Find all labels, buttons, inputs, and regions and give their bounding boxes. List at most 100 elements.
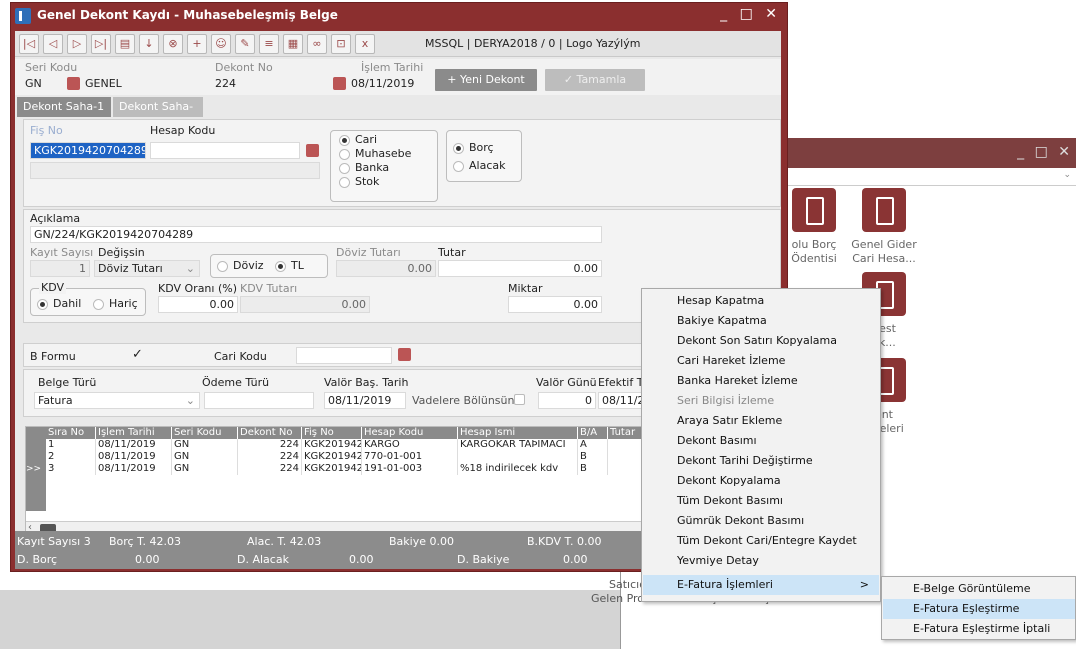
menu-item-cari-entegre-kaydet[interactable]: Tüm Dekont Cari/Entegre Kaydet: [643, 531, 879, 551]
radio-muhasebe[interactable]: [339, 149, 350, 160]
valor-bas-field[interactable]: 08/11/2019: [324, 392, 406, 409]
dekont-no-value[interactable]: 224: [215, 77, 236, 90]
kdv-label: KDV: [39, 281, 67, 294]
tab-dekont-saha-2[interactable]: Dekont Saha-2: [113, 97, 203, 133]
chevron-down-icon[interactable]: ⌄: [1063, 170, 1071, 180]
menu-item-e-fatura-islemleri[interactable]: E-Fatura İşlemleri >: [643, 575, 879, 595]
next-record-icon[interactable]: ▷: [67, 34, 87, 54]
valor-gunu-field[interactable]: 0: [538, 392, 596, 409]
lookup-icon[interactable]: [67, 77, 80, 90]
submenu-item-e-fatura-eslestirme-iptali[interactable]: E-Fatura Eşleştirme İptali: [883, 619, 1075, 639]
doviz-tl-group: Döviz TL: [210, 254, 328, 278]
link-icon[interactable]: ∞: [307, 34, 327, 54]
col-ba[interactable]: B/A: [578, 427, 608, 439]
footer-d-bakiye-label: D. Bakiye: [457, 553, 510, 566]
radio-alacak[interactable]: [453, 161, 464, 172]
cell: KGK2019420: [302, 451, 362, 463]
col-fis-no[interactable]: Fiş No: [302, 427, 362, 439]
cell: 2: [46, 451, 96, 463]
cell: 3: [46, 463, 96, 475]
menu-item-gumruk-dekont-basimi[interactable]: Gümrük Dekont Basımı: [643, 511, 879, 531]
lock-icon[interactable]: ⊡: [331, 34, 351, 54]
degissin-select[interactable]: Döviz Tutarı ⌄: [94, 260, 200, 277]
seri-kodu-value[interactable]: GN: [25, 77, 42, 90]
menu-item-yevmiye-detay[interactable]: Yevmiye Detay: [643, 551, 879, 571]
submenu-item-e-fatura-eslestirme[interactable]: E-Fatura Eşleştirme: [883, 599, 1075, 619]
prev-record-icon[interactable]: ◁: [43, 34, 63, 54]
excel-icon[interactable]: x: [355, 34, 375, 54]
miktar-field[interactable]: 0.00: [508, 296, 602, 313]
row-indicator[interactable]: [26, 451, 46, 463]
window-titlebar[interactable]: Genel Dekont Kaydı - Muhasebeleşmiş Belg…: [11, 3, 787, 29]
menu-item-tum-dekont-basimi[interactable]: Tüm Dekont Basımı: [643, 491, 879, 511]
radio-cari[interactable]: [339, 135, 350, 146]
save-icon[interactable]: ↓: [139, 34, 159, 54]
lookup-icon[interactable]: [398, 348, 411, 361]
aciklama-field[interactable]: GN/224/KGK2019420704289: [30, 226, 602, 243]
cari-kodu-field[interactable]: [296, 347, 392, 364]
add-icon[interactable]: +: [187, 34, 207, 54]
submenu-item-e-belge-goruntuleme[interactable]: E-Belge Görüntüleme: [883, 579, 1075, 599]
odeme-turu-field[interactable]: [204, 392, 314, 409]
menu-item-banka-hareket-izleme[interactable]: Banka Hareket İzleme: [643, 371, 879, 391]
menu-item-dekont-kopyalama[interactable]: Dekont Kopyalama: [643, 471, 879, 491]
radio-dahil[interactable]: [37, 299, 48, 310]
last-record-icon[interactable]: ▷|: [91, 34, 111, 54]
menu-item-cari-hareket-izleme[interactable]: Cari Hareket İzleme: [643, 351, 879, 371]
menu-item-araya-satir-ekleme[interactable]: Araya Satır Ekleme: [643, 411, 879, 431]
window-controls[interactable]: _ □ ✕: [720, 6, 781, 22]
dekont-lines-grid[interactable]: Sıra No İşlem Tarihi Seri Kodu Dekont No…: [25, 426, 656, 536]
menu-item-son-satir-kopyalama[interactable]: Dekont Son Satırı Kopyalama: [643, 331, 879, 351]
log-icon[interactable]: ≡: [259, 34, 279, 54]
row-indicator[interactable]: [26, 439, 46, 451]
row-indicator[interactable]: [26, 475, 46, 487]
islem-tarihi-value[interactable]: 08/11/2019: [351, 77, 414, 90]
tab-dekont-saha-1[interactable]: Dekont Saha-1: [17, 97, 111, 117]
tutar-field[interactable]: 0.00: [438, 260, 602, 277]
b-formu-checkbox[interactable]: ✓: [132, 347, 143, 362]
cari-kodu-label: Cari Kodu: [214, 350, 267, 363]
background-window-controls[interactable]: _ □ ✕: [1017, 144, 1073, 160]
lookup-icon[interactable]: [306, 144, 319, 157]
radio-doviz[interactable]: [217, 261, 228, 272]
menu-item-dekont-tarihi-degistirme[interactable]: Dekont Tarihi Değiştirme: [643, 451, 879, 471]
doviz-tutari-label: Döviz Tutarı: [336, 246, 401, 259]
edit-icon[interactable]: ✎: [235, 34, 255, 54]
col-hesap-ismi[interactable]: Hesap İsmi: [458, 427, 578, 439]
tile-label: Genel Gider: [851, 238, 917, 251]
belge-turu-select[interactable]: Fatura ⌄: [34, 392, 200, 409]
table-row[interactable]: >> 3 08/11/2019 GN 224 KGK2019420 191-01…: [26, 463, 656, 475]
menu-item-dekont-basimi[interactable]: Dekont Basımı: [643, 431, 879, 451]
table-row[interactable]: 1 08/11/2019 GN 224 KGK2019420 KARGO KAR…: [26, 439, 656, 451]
row-indicator[interactable]: [26, 487, 46, 499]
list-icon[interactable]: ▤: [115, 34, 135, 54]
document-icon[interactable]: ▦: [283, 34, 303, 54]
calendar-icon[interactable]: [333, 77, 346, 90]
kdv-orani-field[interactable]: 0.00: [158, 296, 238, 313]
radio-haric[interactable]: [93, 299, 104, 310]
menu-item-hesap-kapatma[interactable]: Hesap Kapatma: [643, 291, 879, 311]
col-seri-kodu[interactable]: Seri Kodu: [172, 427, 238, 439]
cancel-icon[interactable]: ⊗: [163, 34, 183, 54]
radio-label: Dahil: [53, 297, 82, 310]
radio-borc[interactable]: [453, 143, 464, 154]
row-indicator[interactable]: >>: [26, 463, 46, 475]
fis-no-field[interactable]: KGK2019420704289: [30, 142, 146, 159]
col-dekont-no[interactable]: Dekont No: [238, 427, 302, 439]
first-record-icon[interactable]: |◁: [19, 34, 39, 54]
menu-item-bakiye-kapatma[interactable]: Bakiye Kapatma: [643, 311, 879, 331]
col-islem-tarihi[interactable]: İşlem Tarihi: [96, 427, 172, 439]
hesap-kodu-field[interactable]: [150, 142, 300, 159]
col-sira-no[interactable]: Sıra No: [46, 427, 96, 439]
tamamla-button[interactable]: ✓ Tamamla: [545, 69, 645, 91]
col-hesap-kodu[interactable]: Hesap Kodu: [362, 427, 458, 439]
radio-banka[interactable]: [339, 163, 350, 174]
table-row[interactable]: 2 08/11/2019 GN 224 KGK2019420 770-01-00…: [26, 451, 656, 463]
yeni-dekont-button[interactable]: + Yeni Dekont: [435, 69, 537, 91]
radio-stok[interactable]: [339, 177, 350, 188]
vadelere-checkbox[interactable]: [514, 394, 525, 405]
radio-tl[interactable]: [275, 261, 286, 272]
row-indicator[interactable]: [26, 499, 46, 511]
tile-genel-gider[interactable]: Genel Gider Cari Hesa...: [839, 188, 929, 266]
user-icon[interactable]: ☺: [211, 34, 231, 54]
